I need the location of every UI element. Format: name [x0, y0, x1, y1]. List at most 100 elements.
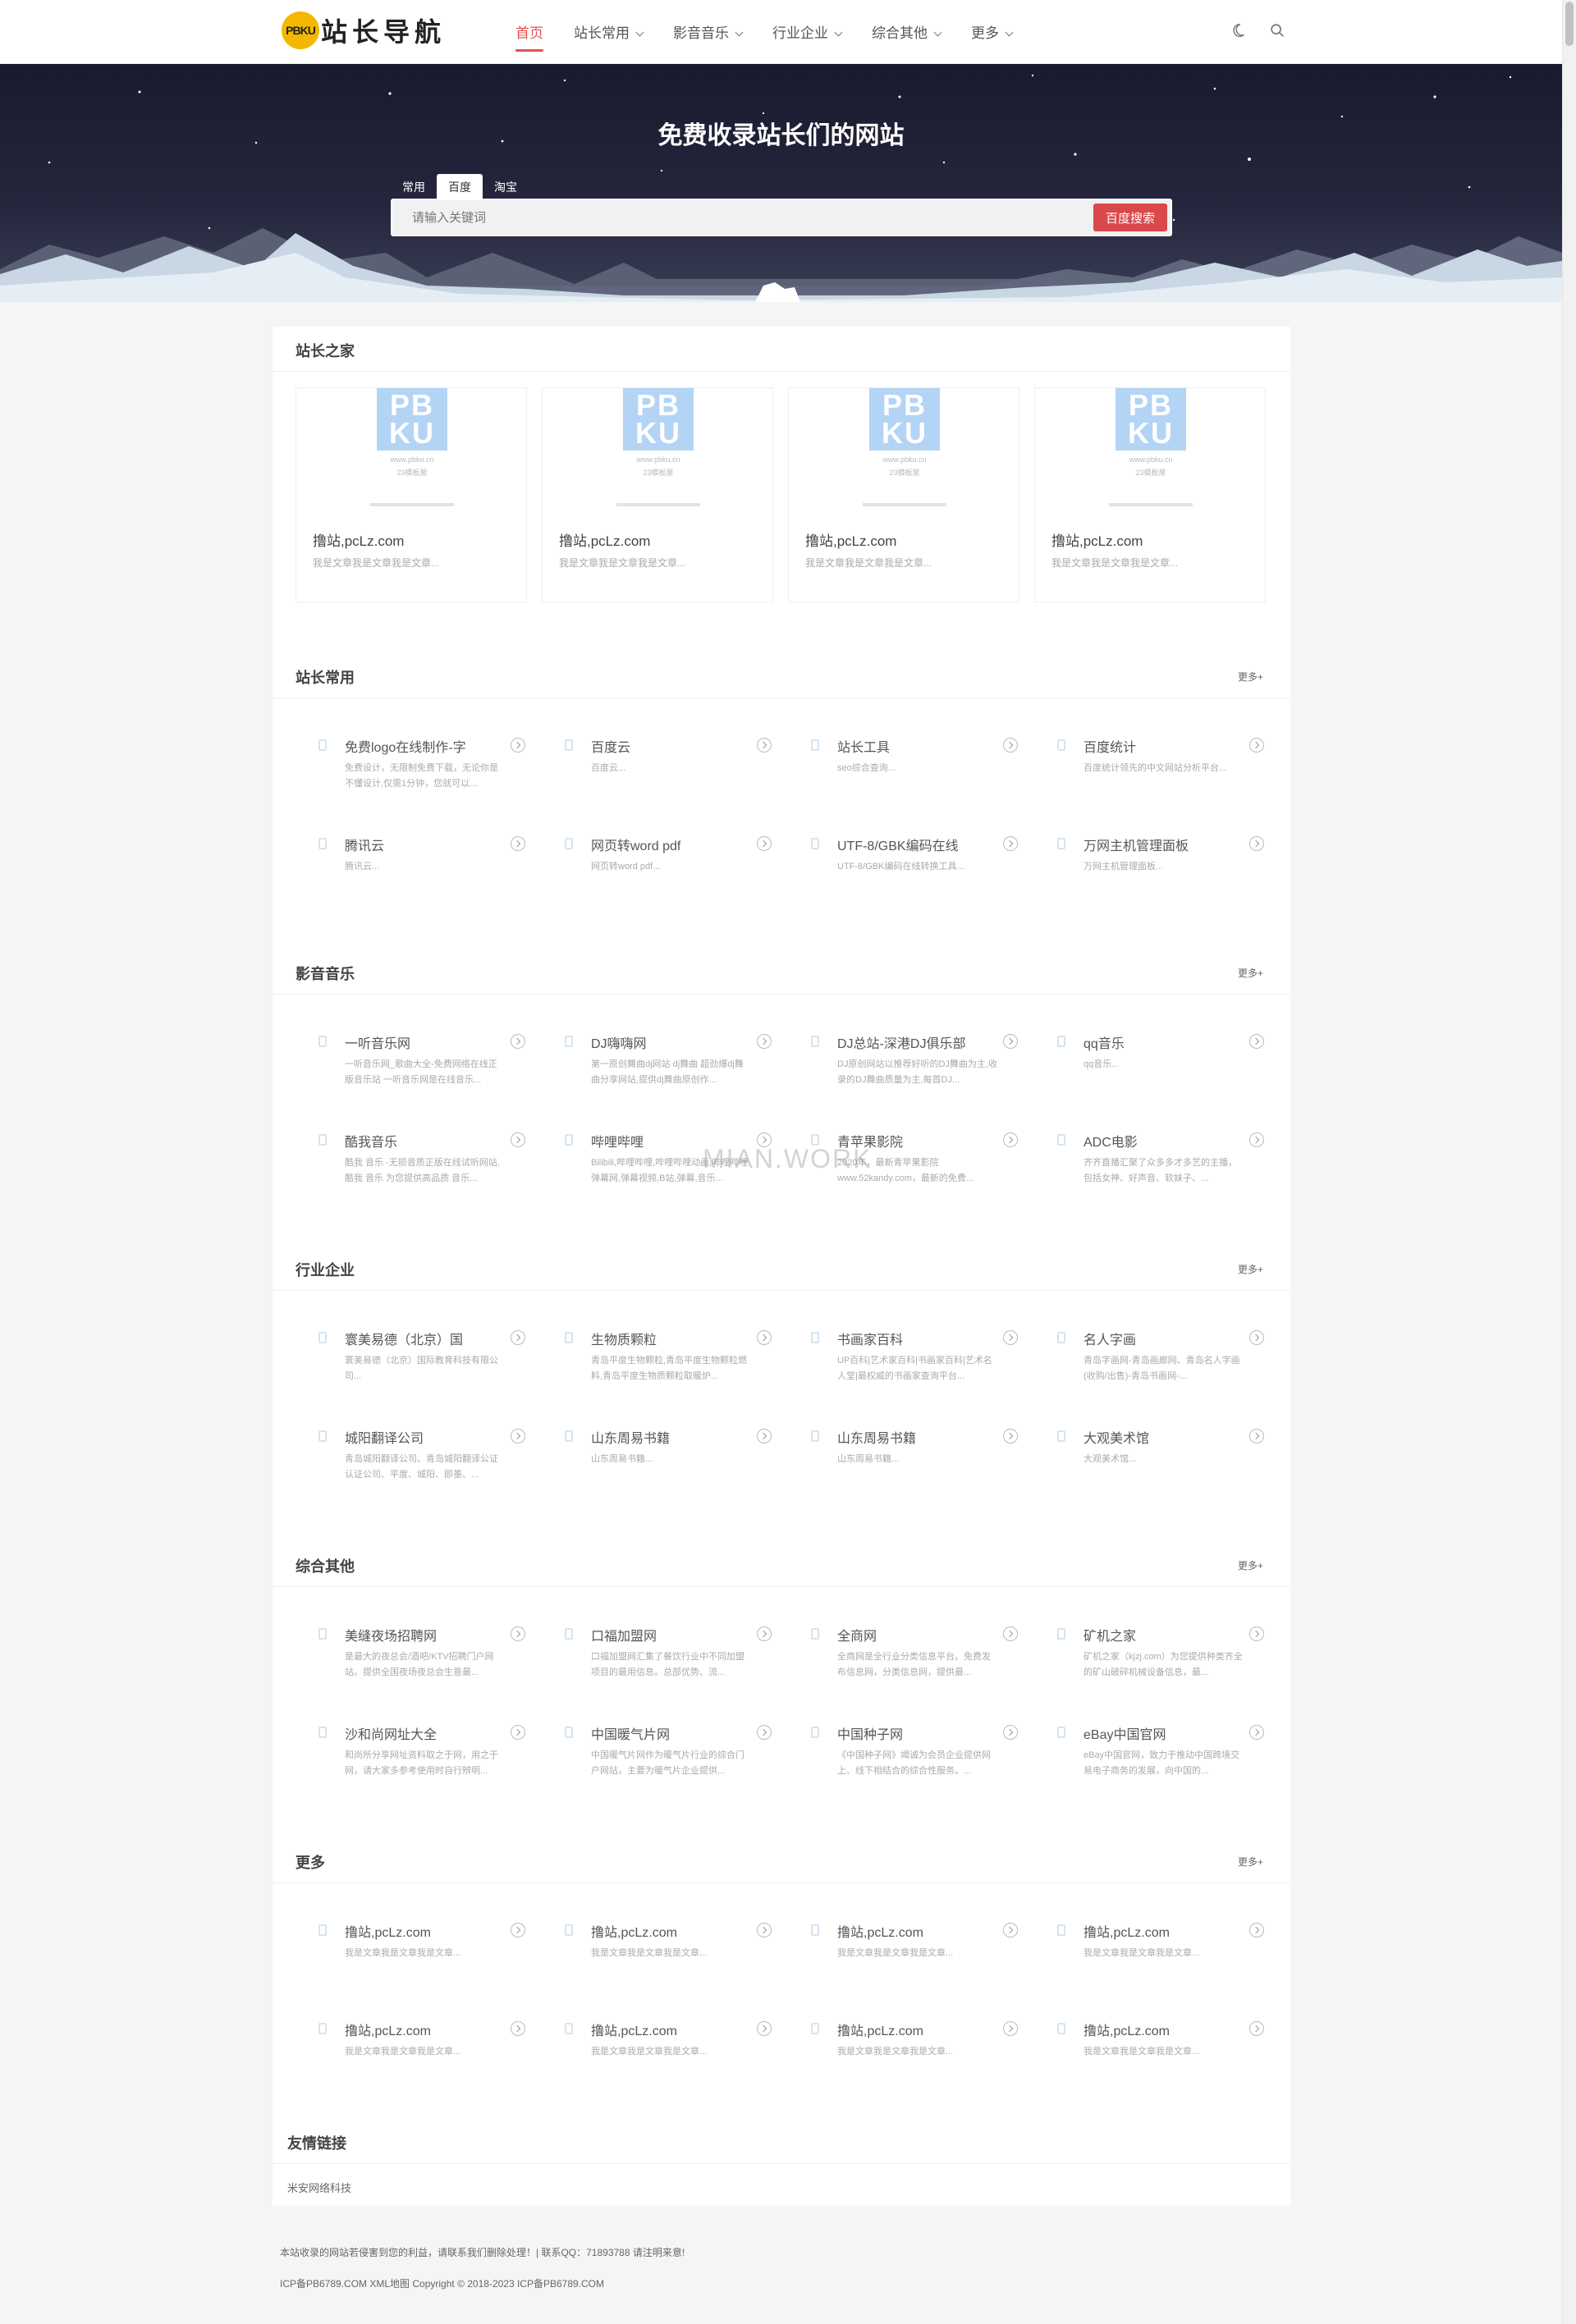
arrow-right-circle-icon[interactable]	[1249, 836, 1264, 851]
site-item[interactable]: 口福加盟网 口福加盟网汇集了餐饮行业中不同加盟项目的最用信息。总部优势、流...	[565, 1625, 772, 1699]
arrow-right-circle-icon[interactable]	[1003, 738, 1018, 753]
site-item[interactable]: 撸站,pcLz.com 我是文章我是文章我是文章...	[565, 2020, 772, 2093]
site-item[interactable]: 山东周易书籍 山东周易书籍...	[811, 1427, 1018, 1501]
site-item[interactable]: 免费logo在线制作-字 免费设计，无限制免费下载，无论你是不懂设计,仅需1分钟，…	[318, 736, 525, 810]
site-item[interactable]: 生物质颗粒 青岛平度生物颗粒,青岛平度生物颗粒燃料,青岛平度生物质颗粒取暖炉...	[565, 1329, 772, 1402]
moon-icon[interactable]	[1229, 21, 1247, 39]
arrow-right-circle-icon[interactable]	[1003, 1132, 1018, 1147]
more-link[interactable]: 更多+	[1238, 1558, 1263, 1572]
more-link[interactable]: 更多+	[1238, 966, 1263, 980]
arrow-right-circle-icon[interactable]	[1003, 1034, 1018, 1049]
arrow-right-circle-icon[interactable]	[1249, 1034, 1264, 1049]
arrow-right-circle-icon[interactable]	[511, 1034, 525, 1049]
arrow-right-circle-icon[interactable]	[511, 1330, 525, 1345]
arrow-right-circle-icon[interactable]	[1249, 1626, 1264, 1641]
more-link[interactable]: 更多+	[1238, 1262, 1263, 1276]
site-item[interactable]: 寰美易德（北京）国 寰美易德（北京）国际教育科技有限公司...	[318, 1329, 525, 1402]
site-item[interactable]: 撸站,pcLz.com 我是文章我是文章我是文章...	[318, 1921, 525, 1995]
site-item[interactable]: 矿机之家 矿机之家（kjzj.com）为您提供种类齐全的矿山破碎机械设备信息，最.…	[1057, 1625, 1264, 1699]
site-item[interactable]: 撸站,pcLz.com 我是文章我是文章我是文章...	[1057, 2020, 1264, 2093]
site-item[interactable]: 撸站,pcLz.com 我是文章我是文章我是文章...	[565, 1921, 772, 1995]
arrow-right-circle-icon[interactable]	[757, 738, 772, 753]
arrow-right-circle-icon[interactable]	[757, 1626, 772, 1641]
site-item[interactable]: 大观美术馆 大观美术馆...	[1057, 1427, 1264, 1501]
arrow-right-circle-icon[interactable]	[511, 836, 525, 851]
arrow-right-circle-icon[interactable]	[511, 1626, 525, 1641]
site-item[interactable]: 撸站,pcLz.com 我是文章我是文章我是文章...	[811, 1921, 1018, 1995]
arrow-right-circle-icon[interactable]	[511, 2021, 525, 2036]
site-item[interactable]: 撸站,pcLz.com 我是文章我是文章我是文章...	[318, 2020, 525, 2093]
arrow-right-circle-icon[interactable]	[511, 1923, 525, 1937]
search-tab-2[interactable]: 淘宝	[483, 174, 529, 199]
search-tab-1[interactable]: 百度	[437, 174, 483, 199]
site-item[interactable]: qq音乐 qq音乐...	[1057, 1032, 1264, 1106]
site-item[interactable]: 酷我音乐 酷我 音乐 -无损音质正版在线试听网站,酷我 音乐 为您提供高品质 音乐…	[318, 1131, 525, 1205]
scrollbar-thumb[interactable]	[1565, 2, 1574, 46]
site-item[interactable]: 沙和尚网址大全 和尚所分享网址资料取之于网，用之于网，请大家多参考使用时自行辨明.…	[318, 1723, 525, 1797]
arrow-right-circle-icon[interactable]	[757, 836, 772, 851]
site-item[interactable]: 百度统计 百度统计领先的中文网站分析平台...	[1057, 736, 1264, 810]
site-item[interactable]: 百度云 百度云...	[565, 736, 772, 810]
site-item[interactable]: 站长工具 seo综合查询...	[811, 736, 1018, 810]
nav-item-0[interactable]: 首页	[515, 21, 543, 52]
site-item[interactable]: 书画家百科 UP百科|艺术家百科|书画家百科|艺术名人堂|最权威的书画家查询平台.…	[811, 1329, 1018, 1402]
arrow-right-circle-icon[interactable]	[1003, 1923, 1018, 1937]
arrow-right-circle-icon[interactable]	[757, 1725, 772, 1740]
site-item[interactable]: ADC电影 齐齐直播汇聚了众多多才多艺的主播，包括女神、好声音、软妹子、...	[1057, 1131, 1264, 1205]
site-item[interactable]: 城阳翻译公司 青岛城阳翻译公司、青岛城阳翻译公证认证公司、平度、城阳、即墨、...	[318, 1427, 525, 1501]
arrow-right-circle-icon[interactable]	[1003, 1725, 1018, 1740]
arrow-right-circle-icon[interactable]	[1003, 1429, 1018, 1443]
site-item[interactable]: 中国种子网 《中国种子网》竭诚为会员企业提供网上、线下相结合的综合性服务。...	[811, 1723, 1018, 1797]
arrow-right-circle-icon[interactable]	[1249, 1429, 1264, 1443]
arrow-right-circle-icon[interactable]	[1003, 1626, 1018, 1641]
arrow-right-circle-icon[interactable]	[1249, 2021, 1264, 2036]
site-card[interactable]: PBKU www.pbku.cn 23模板屋 撸站,pcLz.com 我是文章我是文章我…	[788, 387, 1019, 602]
site-item[interactable]: DJ总站-深港DJ俱乐部 DJ原创网站以推荐好听的DJ舞曲为主,收录的DJ舞曲质量…	[811, 1032, 1018, 1106]
nav-item-3[interactable]: 行业企业	[772, 21, 843, 52]
more-link[interactable]: 更多+	[1238, 670, 1263, 684]
arrow-right-circle-icon[interactable]	[757, 1923, 772, 1937]
search-icon[interactable]	[1268, 21, 1286, 39]
site-item[interactable]: 万网主机管理面板 万网主机管理面板...	[1057, 835, 1264, 908]
search-input[interactable]	[412, 200, 1036, 235]
site-item[interactable]: eBay中国官网 eBay中国官网，致力于推动中国跨境交易电子商务的发展，向中国的…	[1057, 1723, 1264, 1797]
site-card[interactable]: PBKU www.pbku.cn 23模板屋 撸站,pcLz.com 我是文章我是文章我…	[542, 387, 773, 602]
arrow-right-circle-icon[interactable]	[1003, 1330, 1018, 1345]
search-button[interactable]: 百度搜索	[1093, 204, 1167, 231]
friend-link[interactable]: 米安网络科技	[287, 2180, 351, 2195]
arrow-right-circle-icon[interactable]	[511, 1132, 525, 1147]
nav-item-2[interactable]: 影音音乐	[673, 21, 744, 52]
arrow-right-circle-icon[interactable]	[511, 1725, 525, 1740]
site-item[interactable]: 名人字画 青岛字画网-青岛画廊网、青岛名人字画(收购/出售)-青岛书画网-...	[1057, 1329, 1264, 1402]
site-card[interactable]: PBKU www.pbku.cn 23模板屋 撸站,pcLz.com 我是文章我是文章我…	[1034, 387, 1266, 602]
site-item[interactable]: 腾讯云 腾讯云...	[318, 835, 525, 908]
site-item[interactable]: 网页转word pdf 网页转word pdf...	[565, 835, 772, 908]
site-logo[interactable]: PBKU 站长导航	[282, 11, 446, 49]
arrow-right-circle-icon[interactable]	[1003, 2021, 1018, 2036]
search-tab-0[interactable]: 常用	[391, 174, 437, 199]
site-item[interactable]: 一听音乐网 一听音乐网_歌曲大全-免费网络在线正版音乐站 一听音乐网是在线音乐..…	[318, 1032, 525, 1106]
arrow-right-circle-icon[interactable]	[757, 1034, 772, 1049]
site-card[interactable]: PBKU www.pbku.cn 23模板屋 撸站,pcLz.com 我是文章我是文章我…	[296, 387, 527, 602]
arrow-right-circle-icon[interactable]	[1249, 1330, 1264, 1345]
nav-item-1[interactable]: 站长常用	[574, 21, 644, 52]
site-item[interactable]: 撸站,pcLz.com 我是文章我是文章我是文章...	[1057, 1921, 1264, 1995]
site-item[interactable]: 撸站,pcLz.com 我是文章我是文章我是文章...	[811, 2020, 1018, 2093]
arrow-right-circle-icon[interactable]	[1249, 1923, 1264, 1937]
site-item[interactable]: 美缝夜场招聘网 是最大的夜总会/酒吧/KTV招聘门户网站。提供全国夜场夜总会生意最…	[318, 1625, 525, 1699]
site-item[interactable]: DJ嗨嗨网 第一原创舞曲dj网站 dj舞曲 超劲爆dj舞曲分享网站,提供dj舞曲原…	[565, 1032, 772, 1106]
arrow-right-circle-icon[interactable]	[1003, 836, 1018, 851]
nav-item-5[interactable]: 更多	[971, 21, 1014, 52]
arrow-right-circle-icon[interactable]	[511, 1429, 525, 1443]
arrow-right-circle-icon[interactable]	[757, 1330, 772, 1345]
arrow-right-circle-icon[interactable]	[1249, 1725, 1264, 1740]
site-item[interactable]: 山东周易书籍 山东周易书籍...	[565, 1427, 772, 1501]
arrow-right-circle-icon[interactable]	[1249, 738, 1264, 753]
site-item[interactable]: 全商网 全商网是全行业分类信息平台。免费发布信息网，分类信息网，提供最...	[811, 1625, 1018, 1699]
scrollbar[interactable]	[1562, 0, 1576, 2324]
nav-item-4[interactable]: 综合其他	[872, 21, 942, 52]
arrow-right-circle-icon[interactable]	[757, 2021, 772, 2036]
arrow-right-circle-icon[interactable]	[511, 738, 525, 753]
site-item[interactable]: 中国暖气片网 中国暖气片网作为暖气片行业的综合门户网站，主要为暖气片企业提供...	[565, 1723, 772, 1797]
site-item[interactable]: UTF-8/GBK编码在线 UTF-8/GBK编码在线转换工具...	[811, 835, 1018, 908]
